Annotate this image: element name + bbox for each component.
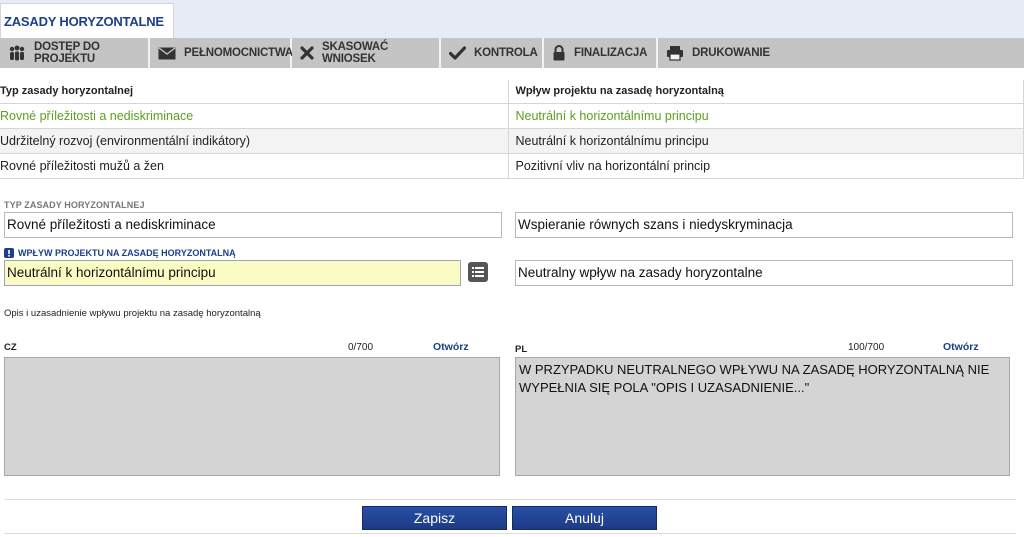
- table-cell: Pozitivní vliv na horizontální princip: [507, 153, 1024, 179]
- divider: [4, 499, 1016, 500]
- checkmark-icon: [449, 46, 466, 60]
- table-cell: Rovné příležitosti mužů a žen: [0, 153, 508, 179]
- printer-icon: [667, 46, 683, 61]
- required-info-icon: [4, 248, 14, 258]
- access-to-project-button[interactable]: DOSTĘP DO PROJEKTU: [0, 38, 150, 68]
- impact-label: WPŁYW PROJEKTU NA ZASADĘ HORYZONTALNĄ: [4, 248, 236, 258]
- pl-description-textarea[interactable]: W PRZYPADKU NEUTRALNEGO WPŁYWU NA ZASADĘ…: [515, 357, 1010, 476]
- toolbar: DOSTĘP DO PROJEKTU PEŁNOMOCNICTWA SKASOW…: [0, 38, 1024, 68]
- table-cell: Udržitelný rozvoj (environmentální indik…: [0, 128, 508, 154]
- type-field-cz: Rovné příležitosti a nediskriminace: [4, 212, 502, 238]
- table-row[interactable]: Rovné příležitosti a nediskriminace Neut…: [0, 103, 1024, 129]
- tab-bar: ZASADY HORYZONTALNE: [0, 0, 1024, 39]
- column-header-impact[interactable]: Wpływ projektu na zasadę horyzontalną: [507, 80, 1024, 104]
- cz-description-textarea[interactable]: [4, 357, 500, 476]
- pl-lang-label: PL: [515, 344, 528, 355]
- people-icon: [9, 45, 25, 61]
- type-field-pl: Wspieranie równych szans i niedyskrymina…: [515, 212, 1013, 238]
- description-label: Opis i uzasadnienie wpływu projektu na z…: [4, 308, 261, 319]
- print-label: DRUKOWANIE: [692, 47, 770, 59]
- horizontal-principles-table: Typ zasady horyzontalnej Wpływ projektu …: [0, 80, 1024, 179]
- table-cell: Neutrální k horizontálnímu principu: [507, 128, 1024, 154]
- list-select-button[interactable]: [468, 262, 488, 282]
- pl-open-link[interactable]: Otwórz: [943, 341, 979, 353]
- type-label: TYP ZASADY HORYZONTALNEJ: [4, 200, 145, 210]
- list-icon: [472, 267, 484, 277]
- pl-char-count: 100/700: [848, 342, 885, 353]
- impact-field-pl: Neutralny wpływ na zasady horyzontalne: [515, 260, 1013, 286]
- delete-application-label: SKASOWAĆ WNIOSEK: [322, 41, 389, 65]
- cancel-button[interactable]: Anuluj: [512, 506, 657, 530]
- table-cell: Rovné příležitosti a nediskriminace: [0, 103, 508, 129]
- impact-field-cz[interactable]: Neutrální k horizontálnímu principu: [4, 260, 461, 286]
- divider: [4, 533, 1016, 534]
- powers-of-attorney-button[interactable]: PEŁNOMOCNICTWA: [150, 38, 293, 68]
- cz-open-link[interactable]: Otwórz: [433, 341, 469, 353]
- powers-of-attorney-label: PEŁNOMOCNICTWA: [184, 47, 293, 59]
- save-button[interactable]: Zapisz: [362, 506, 507, 530]
- print-button[interactable]: DRUKOWANIE: [658, 38, 1024, 68]
- finalize-button[interactable]: FINALIZACJA: [544, 38, 658, 68]
- check-label: KONTROLA: [474, 47, 538, 59]
- lock-icon: [553, 45, 565, 61]
- tab-zasady-horyzontalne[interactable]: ZASADY HORYZONTALNE: [0, 3, 174, 39]
- finalize-label: FINALIZACJA: [574, 47, 648, 59]
- table-header-row: Typ zasady horyzontalnej Wpływ projektu …: [0, 80, 1024, 104]
- cz-char-count: 0/700: [348, 342, 374, 353]
- delete-application-button[interactable]: SKASOWAĆ WNIOSEK: [292, 38, 441, 68]
- table-cell: Neutrální k horizontálnímu principu: [507, 103, 1024, 129]
- cz-lang-label: CZ: [4, 342, 17, 353]
- table-row[interactable]: Rovné příležitosti mužů a žen Pozitivní …: [0, 153, 1024, 179]
- envelope-icon: [158, 46, 176, 59]
- check-button[interactable]: KONTROLA: [441, 38, 544, 68]
- column-header-type[interactable]: Typ zasady horyzontalnej: [0, 80, 508, 104]
- delete-x-icon: [300, 46, 314, 60]
- table-row[interactable]: Udržitelný rozvoj (environmentální indik…: [0, 128, 1024, 154]
- access-to-project-label: DOSTĘP DO PROJEKTU: [34, 41, 100, 65]
- impact-label-text: WPŁYW PROJEKTU NA ZASADĘ HORYZONTALNĄ: [18, 248, 236, 258]
